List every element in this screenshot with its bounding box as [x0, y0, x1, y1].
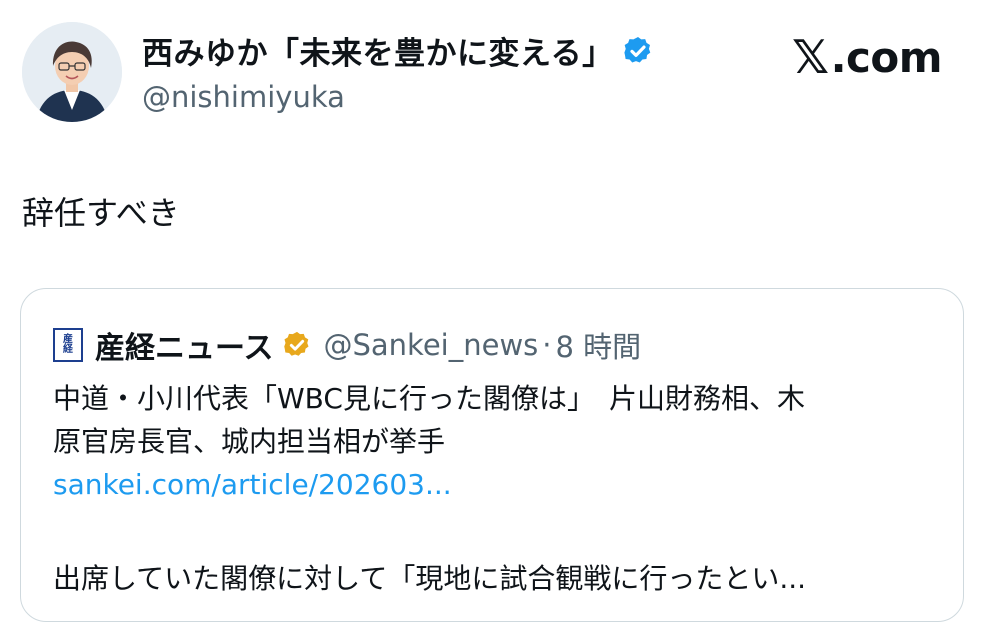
quoted-author-name[interactable]: 産経ニュース	[95, 323, 274, 367]
headline-line-1: 中道・小川代表「WBC見に行った閣僚は」 片山財務相、木	[53, 382, 805, 415]
verified-badge-icon[interactable]	[622, 35, 654, 67]
quoted-tweet-header: 産 経 産経ニュース @Sankei_news · 8 時間	[53, 323, 641, 367]
gold-verified-badge-icon[interactable]	[282, 330, 312, 360]
quoted-author-handle[interactable]: @Sankei_news	[324, 328, 539, 362]
x-com-watermark: 𝕏 .com	[792, 30, 943, 84]
quoted-timestamp[interactable]: 8 時間	[556, 324, 642, 366]
x-logo-icon: 𝕏	[792, 30, 829, 84]
author-name-row[interactable]: 西みゆか「未来を豊かに変える」	[142, 28, 654, 73]
logo-char-2: 経	[63, 344, 73, 355]
avatar[interactable]	[22, 22, 122, 122]
article-link[interactable]: sankei.com/article/202603...	[53, 463, 943, 506]
headline-line-2: 原官房長官、城内担当相が挙手	[53, 425, 446, 458]
author-display-name[interactable]: 西みゆか「未来を豊かに変える」	[142, 28, 614, 73]
article-snippet: 出席していた閣僚に対して「現地に試合観戦に行ったとい...	[53, 562, 807, 595]
quoted-tweet-body: 中道・小川代表「WBC見に行った閣僚は」 片山財務相、木 原官房長官、城内担当相…	[53, 377, 943, 506]
tweet-text: 辞任すべき	[22, 194, 180, 232]
brand-domain: .com	[830, 32, 943, 82]
author-handle[interactable]: @nishimiyuka	[142, 80, 345, 114]
quoted-tweet-card[interactable]: 産 経 産経ニュース @Sankei_news · 8 時間 中道・小川代表「W…	[20, 288, 964, 622]
separator-dot: ·	[542, 328, 552, 362]
avatar-photo	[22, 22, 122, 122]
sankei-logo-icon[interactable]: 産 経	[53, 328, 83, 362]
